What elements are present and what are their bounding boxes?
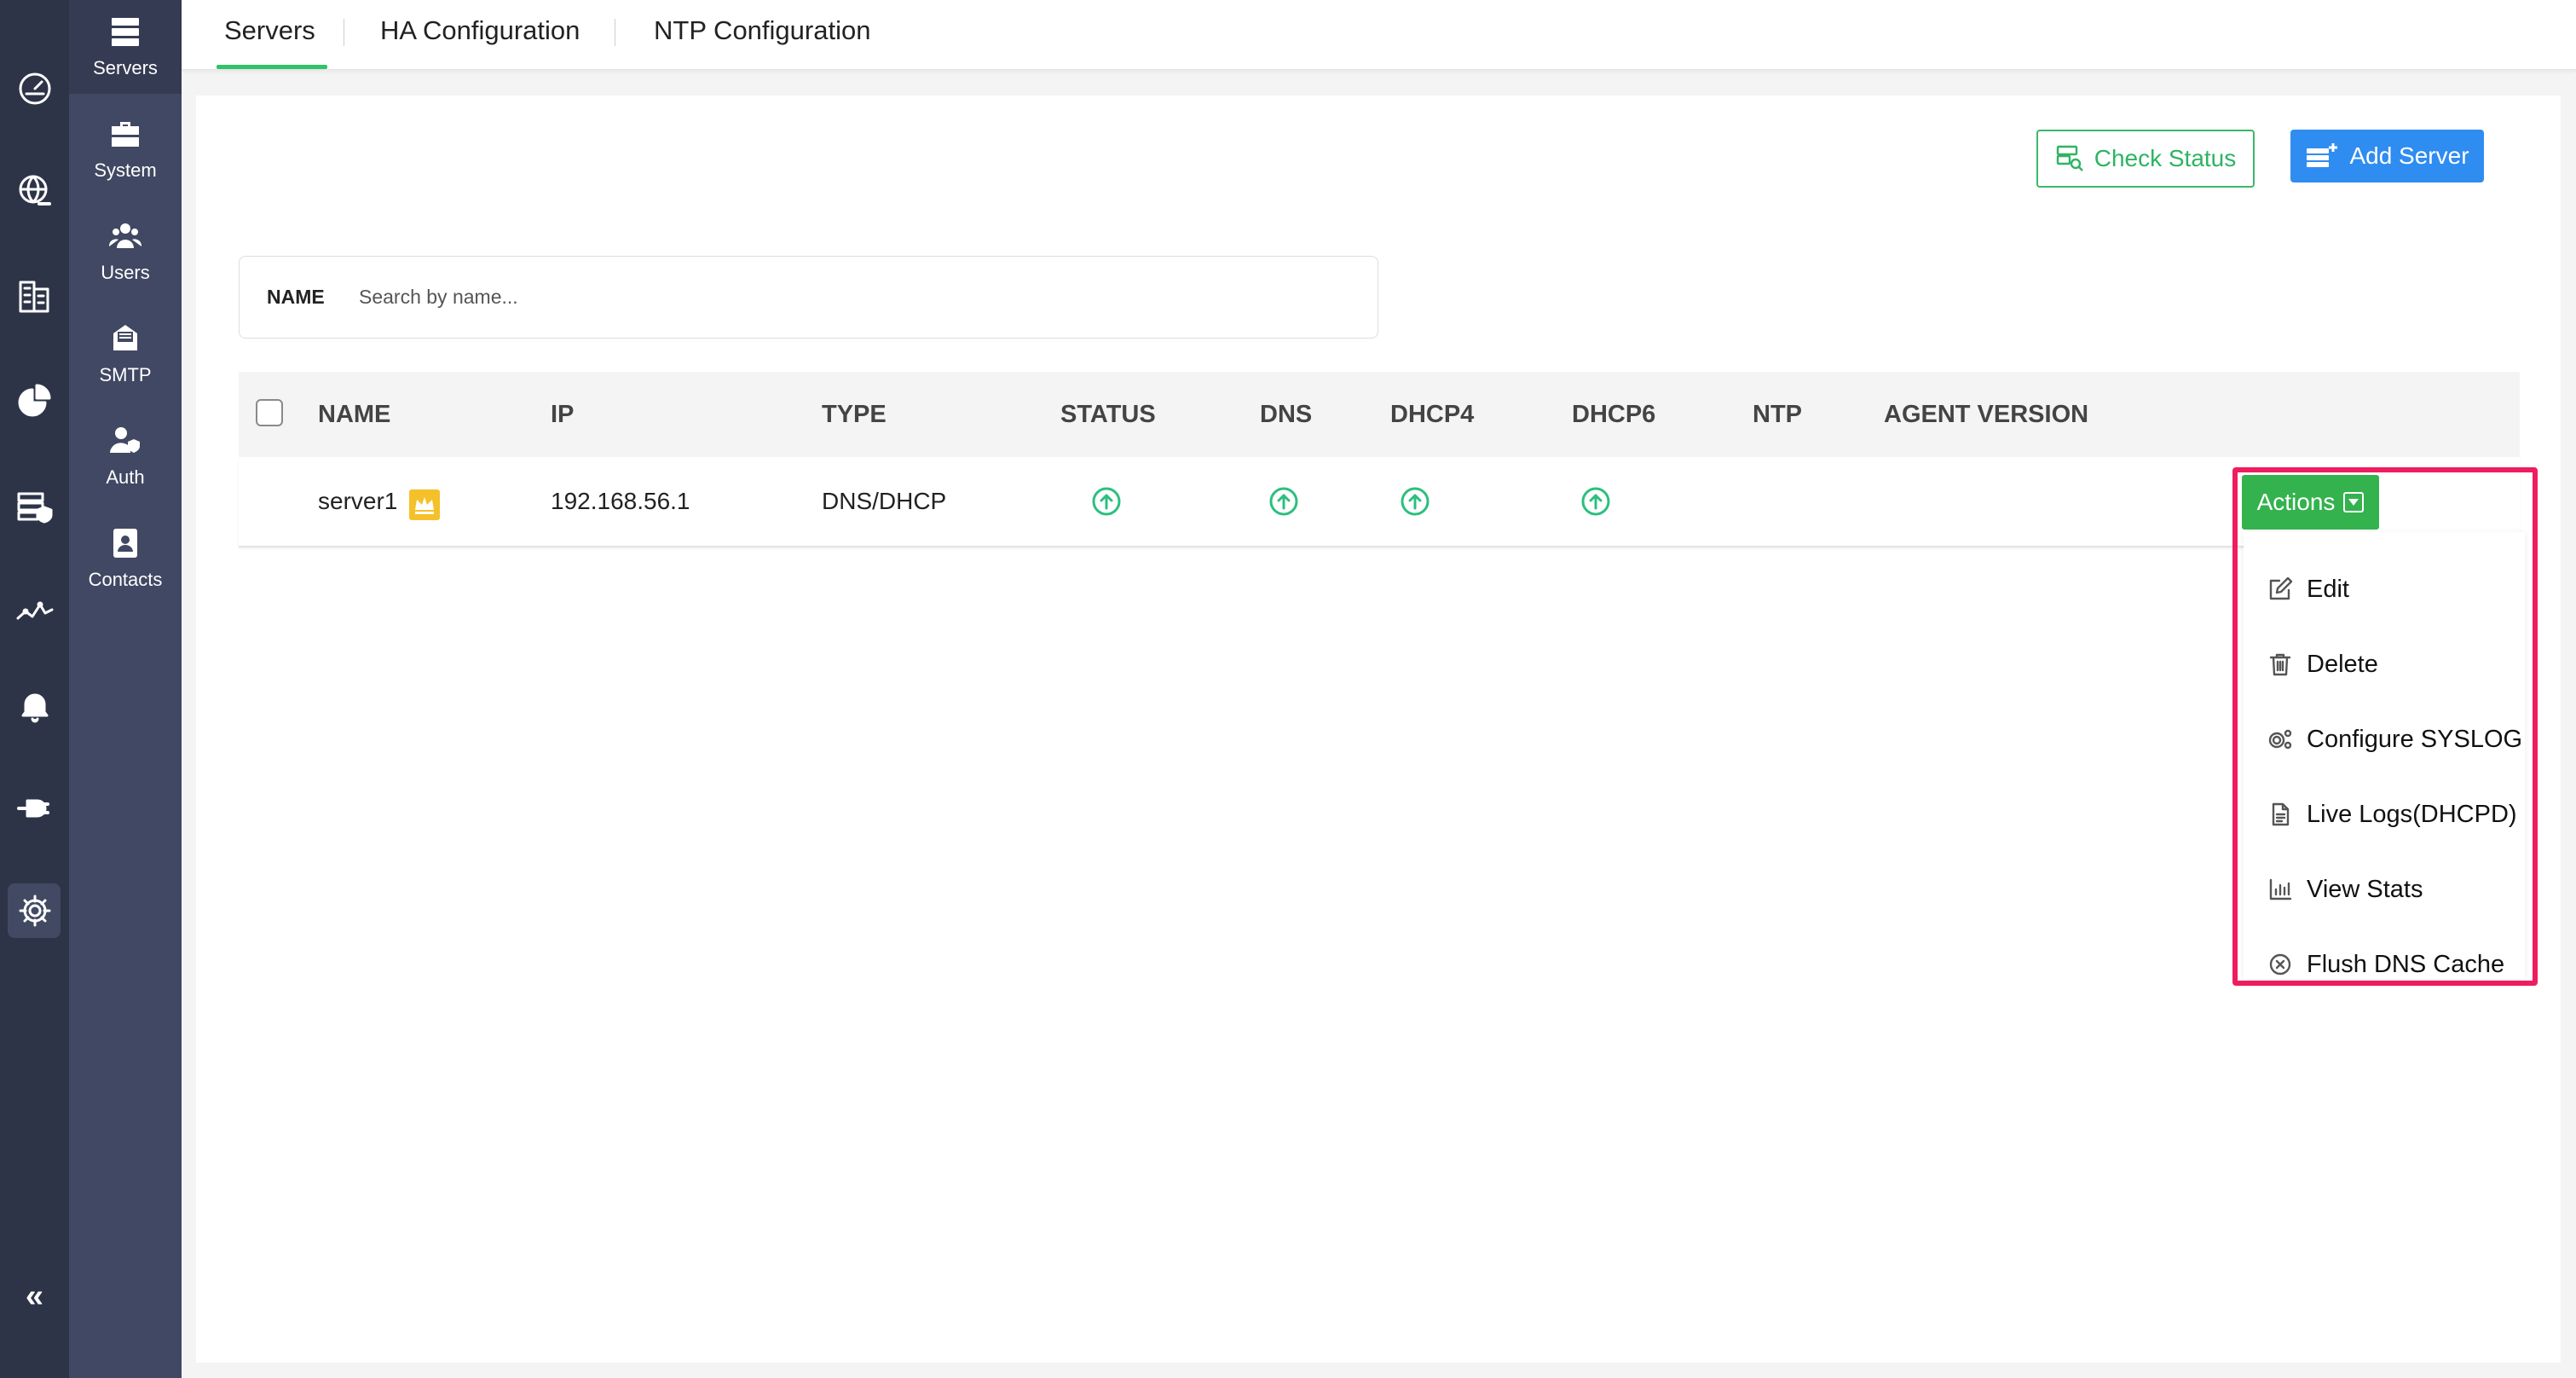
- users-icon: [108, 223, 142, 248]
- table-header: NAME IP TYPE STATUS DNS DHCP4 DHCP6 NTP …: [239, 372, 2520, 457]
- column-header-status[interactable]: STATUS: [1060, 401, 1156, 429]
- server-ip: 192.168.56.1: [551, 488, 690, 514]
- settings-submenu: Servers System Users SMTP Auth Contacts: [69, 0, 182, 1378]
- double-chevron-left-icon: «: [25, 1277, 44, 1314]
- actions-highlight-frame: [2232, 467, 2538, 986]
- check-status-button[interactable]: Check Status: [2036, 130, 2255, 188]
- monitoring-icon[interactable]: [0, 580, 69, 641]
- tab-servers[interactable]: Servers: [224, 15, 315, 46]
- tab-ha-configuration[interactable]: HA Configuration: [380, 15, 580, 46]
- servers-icon: [112, 18, 139, 46]
- top-tab-bar: Servers HA Configuration NTP Configurati…: [182, 0, 2576, 70]
- dashboard-icon[interactable]: [0, 56, 69, 118]
- submenu-item-users[interactable]: Users: [69, 205, 182, 298]
- system-icon: [112, 122, 139, 147]
- column-header-ntp[interactable]: NTP: [1753, 401, 1802, 429]
- submenu-item-smtp[interactable]: SMTP: [69, 307, 182, 401]
- dns-globe-icon[interactable]: [0, 160, 69, 222]
- server-type: DNS/DHCP: [822, 488, 947, 514]
- submenu-label: System: [94, 159, 157, 181]
- submenu-label: Users: [101, 262, 150, 283]
- column-header-dns[interactable]: DNS: [1260, 401, 1312, 429]
- column-header-dhcp6[interactable]: DHCP6: [1572, 401, 1655, 429]
- smtp-icon: [113, 325, 137, 350]
- submenu-item-auth[interactable]: Auth: [69, 409, 182, 503]
- search-input[interactable]: [359, 275, 1339, 318]
- dns-up-arrow-icon: [1268, 486, 1299, 517]
- dhcp6-up-arrow-icon: [1580, 486, 1611, 517]
- alerts-bell-icon[interactable]: [0, 675, 69, 737]
- collapse-sidebar-button[interactable]: «: [0, 1271, 69, 1322]
- submenu-item-servers[interactable]: Servers: [69, 0, 182, 94]
- column-header-type[interactable]: TYPE: [822, 401, 887, 429]
- column-header-ip[interactable]: IP: [551, 401, 574, 429]
- submenu-label: SMTP: [99, 364, 152, 385]
- icon-rail: «: [0, 0, 69, 1378]
- check-status-icon: [2056, 145, 2083, 171]
- reports-pie-icon[interactable]: [0, 370, 69, 431]
- dhcp4-up-arrow-icon: [1400, 486, 1430, 517]
- column-header-name[interactable]: NAME: [318, 401, 390, 429]
- contacts-icon: [113, 529, 137, 558]
- status-up-arrow-icon: [1091, 486, 1122, 517]
- check-status-label: Check Status: [2094, 145, 2237, 171]
- search-label: NAME: [267, 286, 325, 308]
- submenu-label: Contacts: [88, 569, 163, 590]
- submenu-item-system[interactable]: System: [69, 102, 182, 196]
- add-server-button[interactable]: Add Server: [2290, 130, 2484, 182]
- primary-server-crown-icon: [409, 489, 440, 520]
- submenu-label: Servers: [93, 57, 158, 78]
- integrations-plug-icon[interactable]: [0, 778, 69, 839]
- submenu-item-contacts[interactable]: Contacts: [69, 512, 182, 605]
- auth-icon: [110, 427, 140, 453]
- column-header-dhcp4[interactable]: DHCP4: [1390, 401, 1474, 429]
- active-tab-indicator: [217, 65, 327, 69]
- name-search-box: NAME: [239, 256, 1378, 339]
- table-row[interactable]: server1 192.168.56.1 DNS/DHCP: [239, 457, 2520, 547]
- settings-gear-icon[interactable]: [0, 880, 69, 941]
- security-server-icon[interactable]: [0, 476, 69, 537]
- server-name[interactable]: server1: [318, 488, 397, 515]
- submenu-label: Auth: [106, 466, 145, 488]
- tab-ntp-configuration[interactable]: NTP Configuration: [654, 15, 870, 46]
- add-server-icon: [2307, 143, 2338, 167]
- column-header-agent-version[interactable]: AGENT VERSION: [1884, 401, 2088, 429]
- select-all-checkbox[interactable]: [256, 399, 283, 426]
- ipam-icon[interactable]: [0, 266, 69, 327]
- add-server-label: Add Server: [2349, 142, 2469, 169]
